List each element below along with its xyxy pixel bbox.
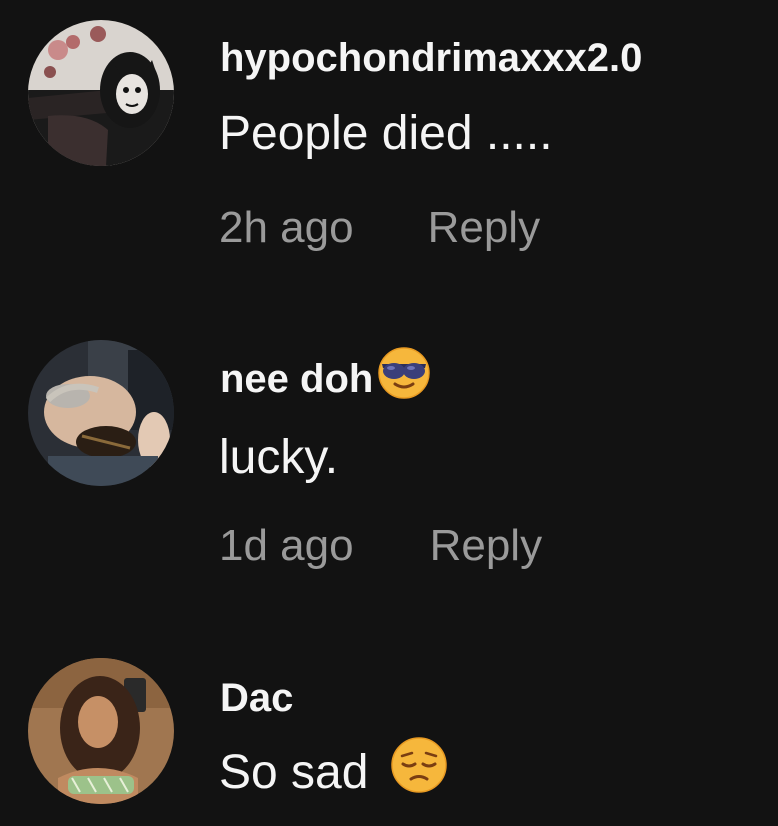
comment-text: lucky. xyxy=(219,431,339,484)
comment-meta: 2h ago Reply xyxy=(219,202,540,254)
comment-username[interactable]: Dac xyxy=(220,674,293,722)
comment-text: So sad xyxy=(219,737,448,807)
comment-text-content: So sad xyxy=(219,746,369,800)
comment-meta: 1d ago Reply xyxy=(219,520,542,572)
comment-username[interactable]: nee doh xyxy=(220,347,431,411)
comment-timestamp: 1d ago xyxy=(219,521,354,570)
reply-button[interactable]: Reply xyxy=(428,202,541,254)
avatar[interactable] xyxy=(28,20,174,166)
comment-username[interactable]: hypochondrimaxxx2.0 xyxy=(220,34,642,82)
avatar[interactable] xyxy=(28,658,174,804)
reply-button[interactable]: Reply xyxy=(430,520,543,572)
pensive-face-icon xyxy=(390,736,448,807)
comment-timestamp: 2h ago xyxy=(219,203,354,252)
avatar[interactable] xyxy=(28,340,174,486)
comment-text: People died ..... xyxy=(219,107,553,160)
smiling-face-with-sunglasses-icon xyxy=(377,346,431,411)
username-text: nee doh xyxy=(220,357,374,402)
